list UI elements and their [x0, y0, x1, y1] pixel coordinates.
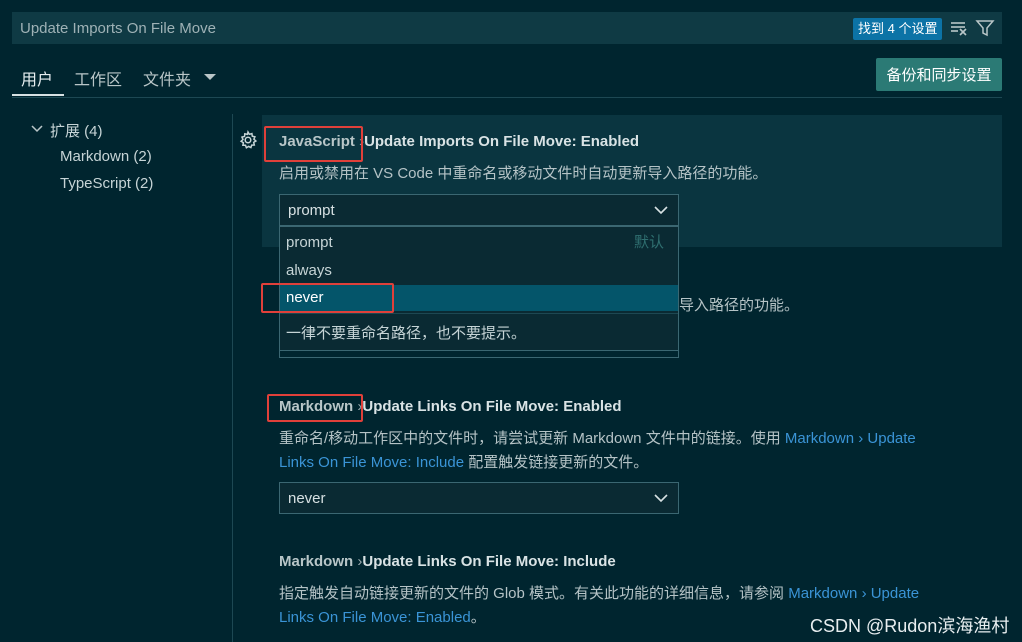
dropdown-divider: [280, 313, 678, 314]
default-tag: 默认: [633, 234, 664, 251]
tabs-divider: [12, 97, 1002, 98]
setting-link[interactable]: Markdown › Update: [788, 585, 919, 602]
description-text: 。: [470, 609, 486, 626]
active-tab-indicator: [12, 94, 64, 96]
obscured-select-edge: [279, 351, 679, 358]
clear-filter-icon[interactable]: [949, 18, 969, 38]
setting-name: Update Links On File Move:: [362, 553, 564, 570]
dropdown-option-always[interactable]: always: [280, 258, 678, 284]
setting-name: Update Imports On File Move:: [364, 133, 581, 150]
option-description: 一律不要重命名路径，也不要提示。: [286, 325, 527, 342]
setting-description: 重命名/移动工作区中的文件时，请尝试更新 Markdown 文件中的链接。使用 …: [279, 427, 916, 448]
tab-workspace[interactable]: 工作区: [74, 66, 122, 90]
setting-link[interactable]: Markdown › Update: [785, 430, 916, 447]
setting-description-line2: Links On File Move: Enabled。: [279, 606, 486, 627]
dropdown-option-prompt[interactable]: prompt 默认: [280, 230, 678, 256]
tab-folder[interactable]: 文件夹: [143, 66, 191, 90]
description-text: 重命名/移动工作区中的文件时，请尝试更新 Markdown 文件中的链接。使用: [279, 430, 785, 447]
tab-user[interactable]: 用户: [21, 66, 53, 90]
results-count-badge: 找到 4 个设置: [853, 18, 943, 40]
highlight-box: [264, 126, 363, 162]
select-value: never: [288, 489, 326, 507]
description-text: 配置触发链接更新的文件。: [464, 454, 649, 471]
select-value: prompt: [288, 201, 335, 219]
toc-item-extensions[interactable]: 扩展 (4): [50, 120, 103, 141]
watermark: CSDN @Rudon滨海渔村: [810, 616, 1010, 636]
settings-search-input[interactable]: [20, 19, 820, 37]
setting-description-fragment: 导入路径的功能。: [679, 297, 800, 314]
toc-item-typescript[interactable]: TypeScript (2): [60, 175, 153, 192]
toc-divider: [232, 114, 233, 642]
links-enabled-select[interactable]: never: [279, 482, 679, 514]
gear-icon[interactable]: [238, 130, 258, 150]
setting-name-bold: Enabled: [563, 398, 622, 415]
setting-description: 启用或禁用在 VS Code 中重命名或移动文件时自动更新导入路径的功能。: [279, 165, 768, 182]
setting-name: Update Links On File Move:: [362, 398, 564, 415]
imports-enabled-select[interactable]: prompt: [279, 194, 679, 226]
setting-link[interactable]: Links On File Move: Include: [279, 454, 464, 471]
setting-name-bold: Include: [563, 553, 616, 570]
filter-icon[interactable]: [975, 18, 995, 38]
backup-sync-button[interactable]: 备份和同步设置: [876, 58, 1002, 91]
highlight-box: [267, 394, 363, 422]
setting-name-bold: Enabled: [580, 133, 640, 150]
toc-item-markdown[interactable]: Markdown (2): [60, 148, 152, 165]
setting-link[interactable]: Links On File Move: Enabled: [279, 609, 471, 626]
option-label: prompt: [286, 234, 333, 251]
chevron-down-icon[interactable]: [204, 72, 216, 82]
description-text: 指定触发自动链接更新的文件的 Glob 模式。有关此功能的详细信息，请参阅: [279, 585, 789, 602]
setting-description-line2: Links On File Move: Include 配置触发链接更新的文件。: [279, 451, 648, 472]
setting-description: 指定触发自动链接更新的文件的 Glob 模式。有关此功能的详细信息，请参阅 Ma…: [279, 582, 919, 603]
setting-category: Markdown: [279, 553, 354, 570]
chevron-down-icon: [654, 206, 668, 215]
chevron-down-icon[interactable]: [31, 124, 43, 134]
chevron-down-icon: [654, 494, 668, 503]
setting-title: Markdown ›Update Links On File Move: Inc…: [279, 553, 616, 570]
highlight-box: [261, 283, 394, 313]
